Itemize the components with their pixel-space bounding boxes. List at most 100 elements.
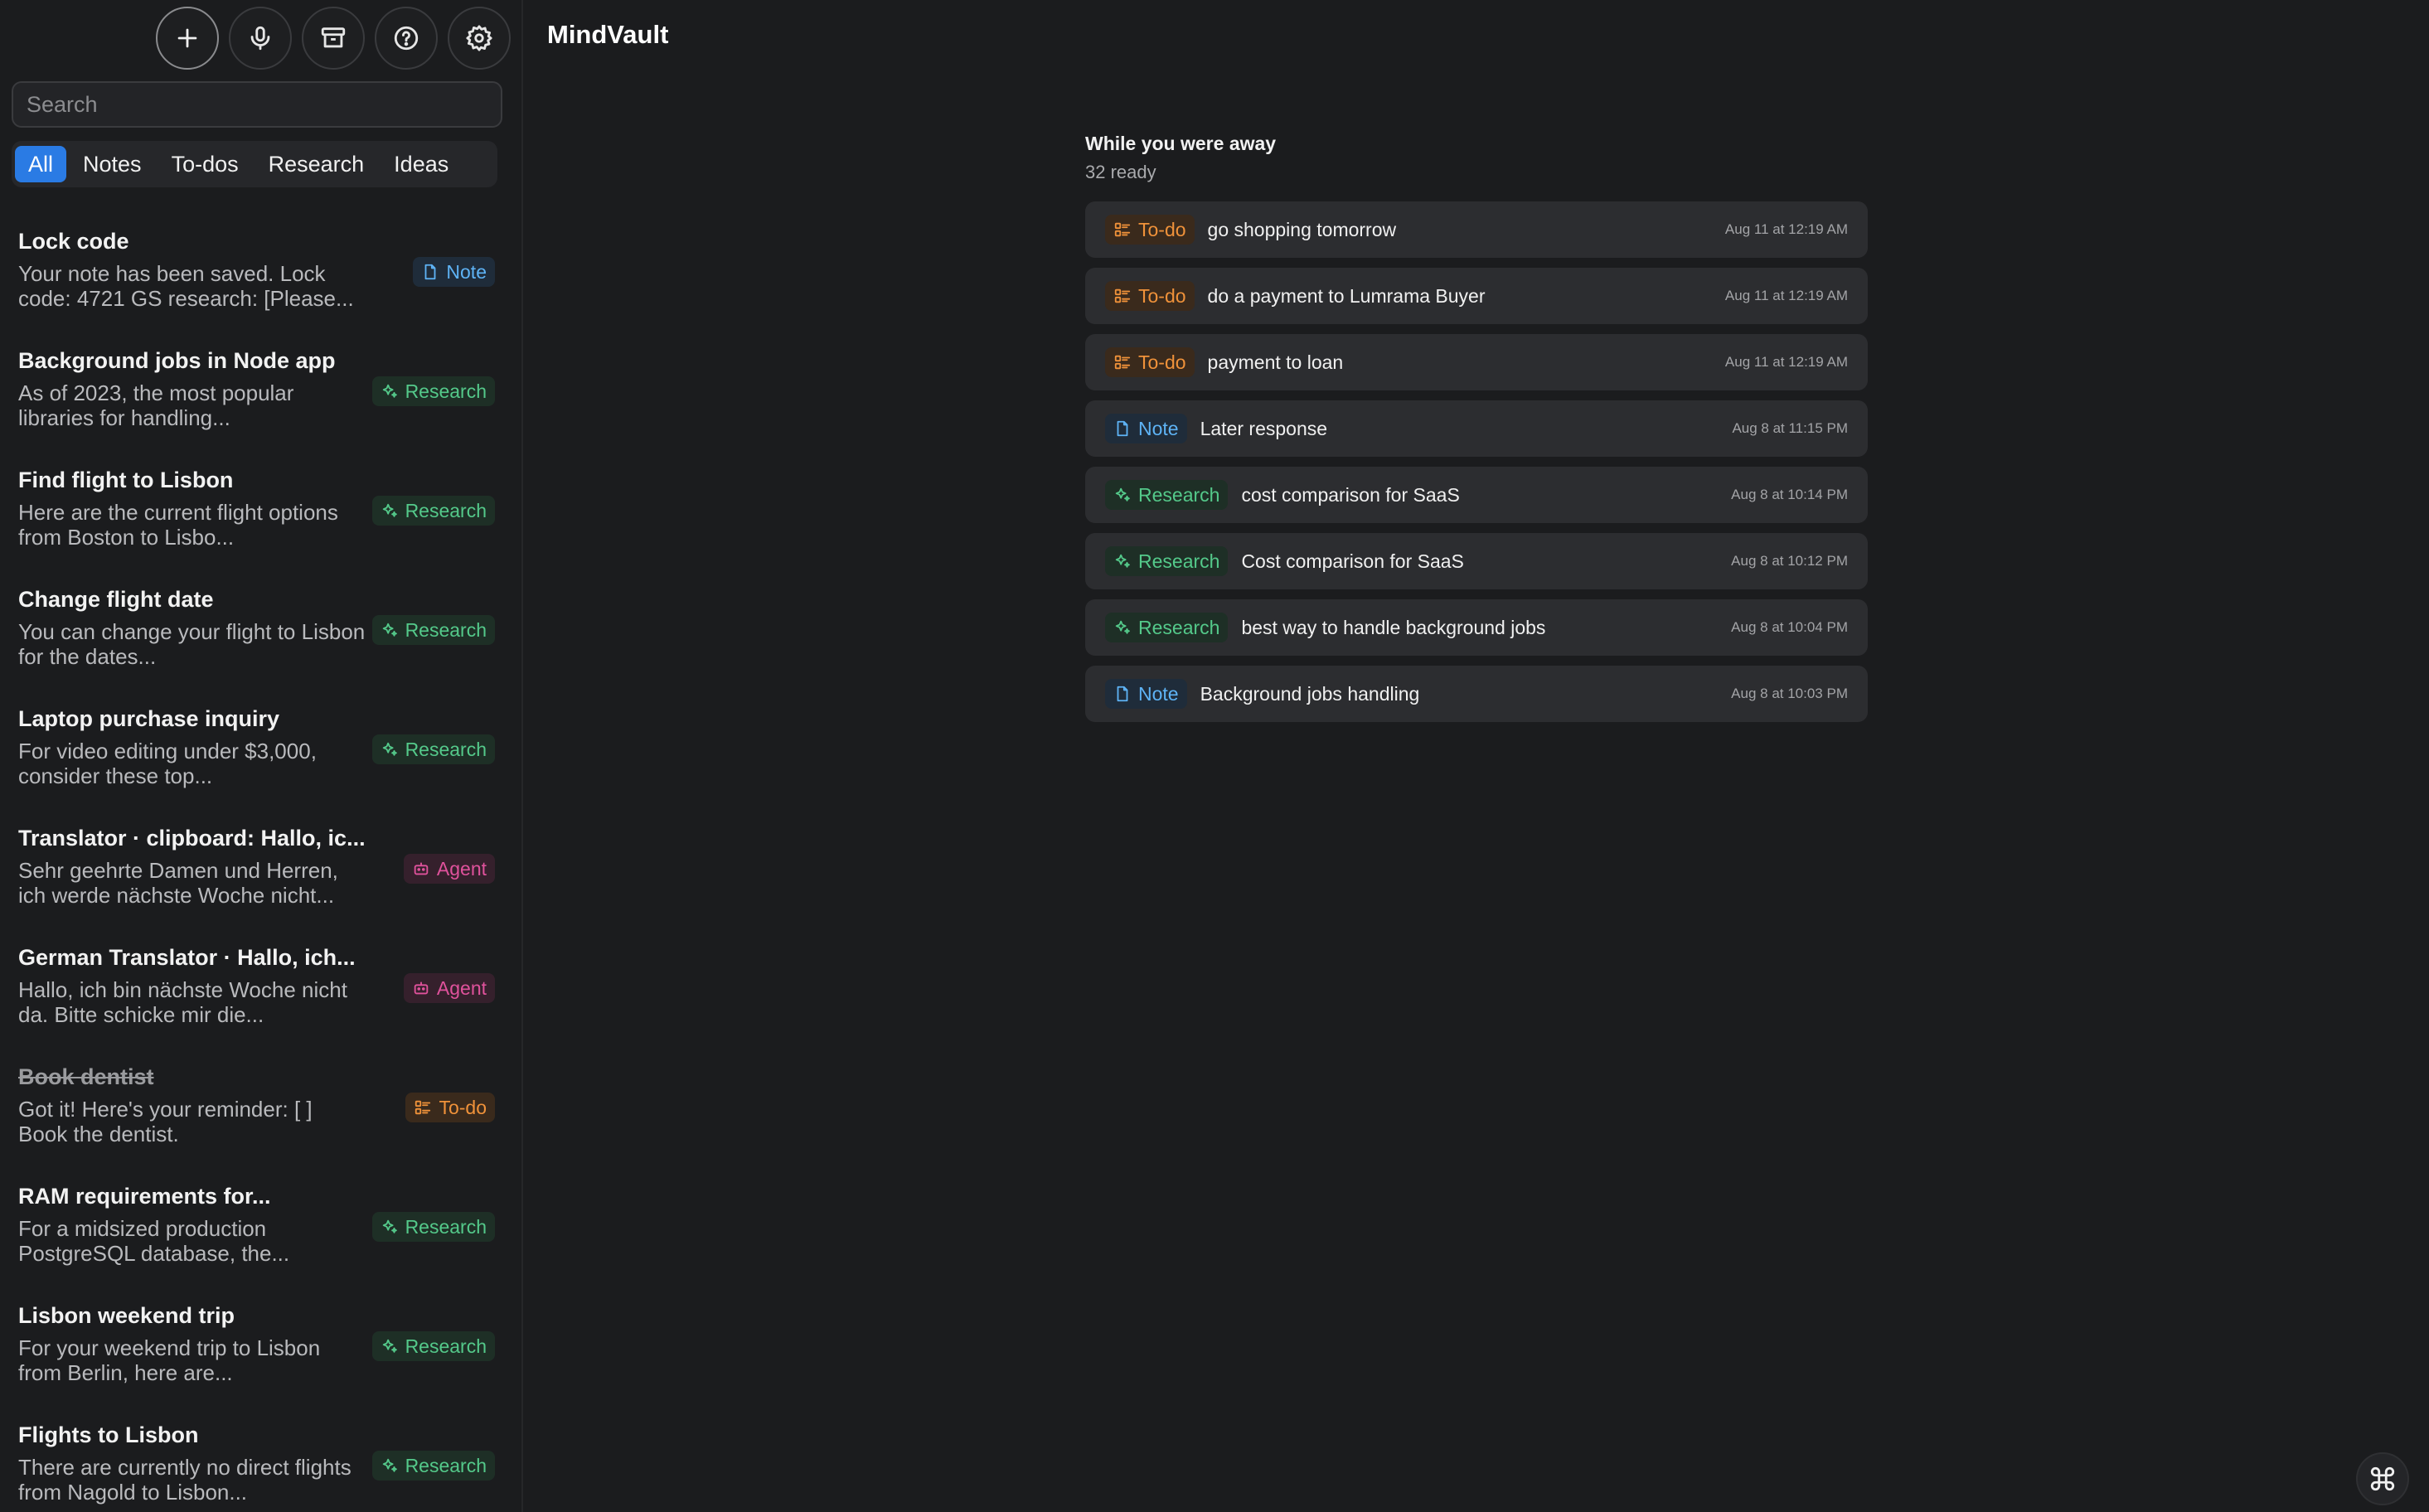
app-title: MindVault bbox=[547, 20, 669, 49]
research-icon bbox=[381, 1337, 399, 1355]
list-item[interactable]: Translator · clipboard: Hallo, ic... Sehr… bbox=[0, 811, 521, 930]
research-icon bbox=[381, 1218, 399, 1236]
tag-label: Note bbox=[446, 260, 487, 283]
tag-label: Agent bbox=[436, 857, 487, 880]
item-preview: Your note has been saved. Lock code: 472… bbox=[18, 261, 354, 311]
away-row[interactable]: Note Background jobs handling Aug 8 at 10:… bbox=[1085, 666, 1868, 722]
search-input[interactable] bbox=[12, 81, 502, 128]
note-icon bbox=[421, 263, 439, 281]
tag-research: Research bbox=[371, 1451, 495, 1480]
list-item[interactable]: Change flight date You can change your fl… bbox=[0, 572, 521, 691]
list-item[interactable]: German Translator · Hallo, ich... Hallo, … bbox=[0, 930, 521, 1049]
research-icon bbox=[381, 621, 399, 639]
item-title: Change flight date bbox=[18, 587, 214, 612]
research-icon bbox=[1113, 618, 1132, 637]
list-item[interactable]: Flights to Lisbon There are currently no … bbox=[0, 1408, 521, 1512]
list-item[interactable]: RAM requirements for... For a midsized pr… bbox=[0, 1169, 521, 1288]
away-row[interactable]: To-do payment to loan Aug 11 at 12:19 AM bbox=[1085, 334, 1868, 390]
tag-research: Research bbox=[1105, 546, 1229, 576]
tag-research: Research bbox=[371, 615, 495, 645]
row-text: go shopping tomorrow bbox=[1207, 218, 1397, 240]
list-item[interactable]: Laptop purchase inquiry For video editing… bbox=[0, 691, 521, 811]
command-icon bbox=[2370, 1466, 2395, 1491]
tag-label: Note bbox=[1138, 682, 1179, 705]
item-title: German Translator · Hallo, ich... bbox=[18, 945, 356, 970]
command-button[interactable] bbox=[2356, 1452, 2409, 1505]
tag-note: Note bbox=[1105, 679, 1187, 709]
away-row[interactable]: Research Cost comparison for SaaS Aug 8 at… bbox=[1085, 533, 1868, 589]
away-row[interactable]: To-do go shopping tomorrow Aug 11 at 12:19… bbox=[1085, 201, 1868, 258]
item-title: Laptop purchase inquiry bbox=[18, 706, 280, 731]
list-item[interactable]: Book dentist Got it! Here's your reminder… bbox=[0, 1049, 521, 1169]
gear-icon bbox=[466, 25, 492, 51]
tag-label: Research bbox=[405, 738, 487, 760]
item-title: Translator · clipboard: Hallo, ic... bbox=[18, 826, 366, 850]
filter-tab-ideas[interactable]: Ideas bbox=[381, 146, 462, 182]
tag-label: Research bbox=[405, 1335, 487, 1357]
tag-research: Research bbox=[371, 734, 495, 764]
row-text: payment to loan bbox=[1207, 351, 1344, 373]
help-icon bbox=[394, 26, 419, 51]
research-icon bbox=[381, 740, 399, 758]
settings-button[interactable] bbox=[448, 7, 511, 70]
voice-button[interactable] bbox=[229, 7, 292, 70]
filter-tabs: All Notes To-dos Research Ideas bbox=[12, 141, 497, 187]
tag-label: Agent bbox=[436, 976, 487, 999]
tag-research: Research bbox=[371, 496, 495, 526]
tag-label: To-do bbox=[1138, 351, 1186, 373]
research-icon bbox=[1113, 552, 1132, 570]
tag-research: Research bbox=[371, 1331, 495, 1361]
note-icon bbox=[1113, 685, 1132, 703]
archive-button[interactable] bbox=[302, 7, 365, 70]
item-title: Lisbon weekend trip bbox=[18, 1303, 235, 1328]
tag-todo: To-do bbox=[1105, 215, 1195, 245]
note-icon bbox=[1113, 419, 1132, 438]
row-text: cost comparison for SaaS bbox=[1241, 483, 1460, 506]
list-item[interactable]: Background jobs in Node app As of 2023, t… bbox=[0, 333, 521, 453]
tag-label: Research bbox=[405, 380, 487, 402]
toolbar bbox=[156, 7, 511, 70]
list-item[interactable]: Find flight to Lisbon Here are the curren… bbox=[0, 453, 521, 572]
archive-icon bbox=[321, 27, 346, 48]
item-preview: Hallo, ich bin nächste Woche nicht da. B… bbox=[18, 977, 347, 1027]
item-preview: Sehr geehrte Damen und Herren, ich werde… bbox=[18, 858, 338, 908]
row-timestamp: Aug 8 at 10:03 PM bbox=[1731, 686, 1848, 701]
row-text: Cost comparison for SaaS bbox=[1241, 550, 1464, 572]
item-title: RAM requirements for... bbox=[18, 1184, 271, 1209]
item-preview: For a midsized production PostgreSQL dat… bbox=[18, 1216, 290, 1266]
away-row[interactable]: Research cost comparison for SaaS Aug 8 at… bbox=[1085, 467, 1868, 523]
away-row[interactable]: Research best way to handle background jo… bbox=[1085, 599, 1868, 656]
new-item-button[interactable] bbox=[156, 7, 219, 70]
tag-todo: To-do bbox=[405, 1093, 495, 1122]
while-away-title: While you were away bbox=[1085, 133, 1277, 154]
row-timestamp: Aug 11 at 12:19 AM bbox=[1724, 354, 1848, 370]
tag-label: Research bbox=[405, 618, 487, 641]
item-title: Background jobs in Node app bbox=[18, 348, 336, 373]
filter-tab-todos[interactable]: To-dos bbox=[158, 146, 252, 182]
filter-tab-notes[interactable]: Notes bbox=[70, 146, 155, 182]
away-row[interactable]: To-do do a payment to Lumrama Buyer Aug 11… bbox=[1085, 268, 1868, 324]
filter-tab-research[interactable]: Research bbox=[255, 146, 378, 182]
tag-todo: To-do bbox=[1105, 281, 1195, 311]
item-list: Lock code Your note has been saved. Lock … bbox=[0, 214, 521, 1512]
filter-tab-all[interactable]: All bbox=[15, 146, 67, 182]
tag-agent: Agent bbox=[403, 854, 495, 884]
research-icon bbox=[1113, 486, 1132, 504]
tag-label: Research bbox=[1138, 550, 1220, 572]
todo-icon bbox=[1113, 287, 1132, 305]
tag-label: To-do bbox=[1138, 284, 1186, 307]
list-item[interactable]: Lisbon weekend trip For your weekend trip… bbox=[0, 1288, 521, 1408]
item-preview: For your weekend trip to Lisbon from Ber… bbox=[18, 1335, 321, 1385]
item-preview: There are currently no direct flights fr… bbox=[18, 1455, 352, 1505]
tag-label: Research bbox=[405, 1215, 487, 1238]
tag-label: Research bbox=[405, 1454, 487, 1476]
row-timestamp: Aug 11 at 12:19 AM bbox=[1724, 288, 1848, 303]
item-preview: Here are the current flight options from… bbox=[18, 500, 338, 550]
list-item[interactable]: Lock code Your note has been saved. Lock … bbox=[0, 214, 521, 333]
tag-research: Research bbox=[1105, 480, 1229, 510]
while-away-panel: While you were away 32 ready To-do go sho… bbox=[1085, 133, 1868, 732]
row-text: best way to handle background jobs bbox=[1241, 616, 1546, 638]
tag-note: Note bbox=[1105, 414, 1187, 443]
help-button[interactable] bbox=[375, 7, 438, 70]
away-row[interactable]: Note Later response Aug 8 at 11:15 PM bbox=[1085, 400, 1868, 457]
